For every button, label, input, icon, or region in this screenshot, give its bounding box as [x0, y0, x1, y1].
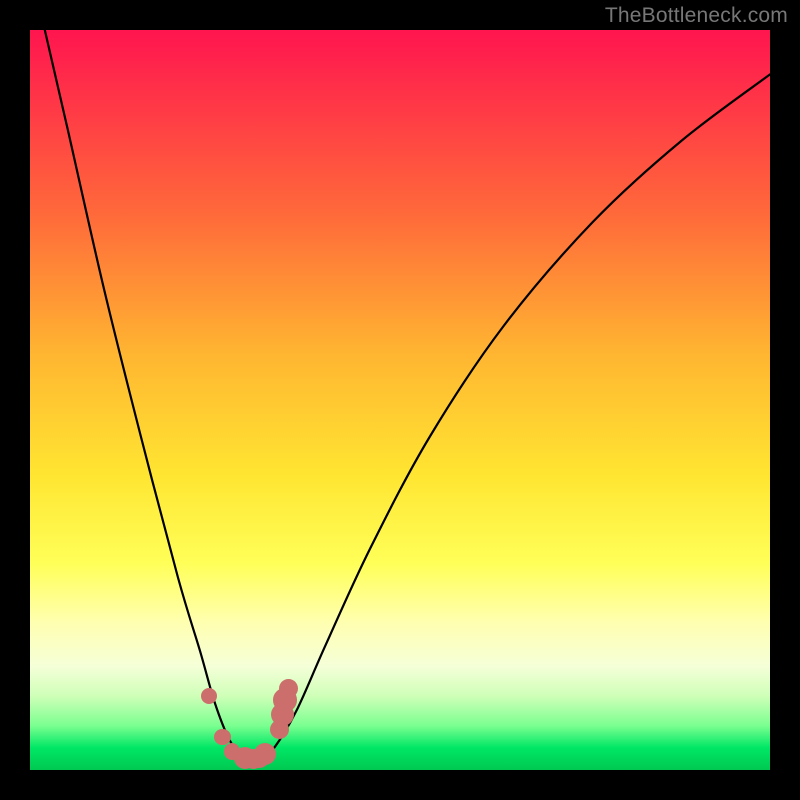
bottleneck-curve: [45, 30, 770, 762]
watermark-text: TheBottleneck.com: [605, 4, 788, 28]
plot-area: [30, 30, 770, 770]
chart-frame: TheBottleneck.com: [0, 0, 800, 800]
curve-svg: [30, 30, 770, 770]
data-marker: [279, 679, 298, 698]
data-marker: [214, 729, 230, 745]
